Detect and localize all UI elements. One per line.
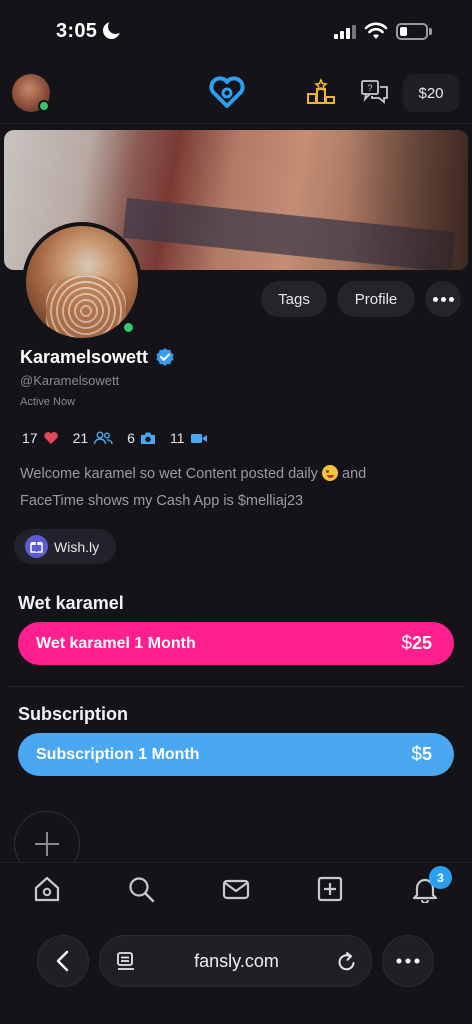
bio-line-1: Welcome karamel so wet Content posted da… [20,466,318,482]
link-label: Wish.ly [54,538,100,555]
browser-toolbar: fansly.com [0,914,472,1024]
fansly-logo-icon[interactable] [209,76,245,108]
tier-price: $5 [411,743,432,765]
followers-icon [93,431,113,445]
profile-button[interactable]: Profile [337,281,415,317]
url-text: fansly.com [194,951,279,971]
battery-tip [429,28,432,35]
more-dot [432,296,438,302]
tier-label: Subscription 1 Month [36,745,200,763]
active-status: Active Now [20,396,76,408]
chevron-left-icon [56,950,69,972]
subscribe-subscription-button[interactable]: Subscription 1 Month $5 [18,733,454,776]
bio-line-2: FaceTime shows my Cash App is $melliaj23 [20,493,304,509]
username-handle: @Karamelsowett [20,373,120,388]
home-icon[interactable] [33,875,61,903]
profile-bio: Welcome karamel so wet Content posted da… [20,461,450,515]
tier-price: $25 [401,632,432,654]
display-name: Karamelsowett [20,347,149,367]
plus-icon [35,832,59,856]
back-button[interactable] [37,935,89,987]
status-time: 3:05 [56,20,98,42]
bio-line-1-end: and [342,466,367,482]
verified-badge-icon [156,348,174,366]
divider [8,686,464,687]
bottom-nav [0,862,472,914]
battery-icon [396,23,428,40]
wishlist-icon [25,535,48,558]
video-icon [190,433,207,443]
more-dot [448,296,454,302]
notification-badge: 3 [429,866,452,889]
address-bar[interactable]: fansly.com [99,935,372,987]
tags-button[interactable]: Tags [261,281,327,317]
wallet-balance-button[interactable]: $20 [403,74,459,112]
new-post-icon[interactable] [316,875,344,903]
subscribe-wet-karamel-button[interactable]: Wet karamel 1 Month $25 [18,622,454,665]
tier-section-title: Wet karamel [18,593,124,613]
tier-section-title: Subscription [18,704,129,724]
heart-icon [43,432,58,444]
profile-avatar[interactable] [26,226,138,338]
likes-stat: 17 [22,430,59,446]
photos-stat: 6 [127,430,156,446]
signal-icon [334,25,358,39]
profile-online-indicator [121,320,136,335]
videos-stat: 11 [170,430,208,446]
ellipsis-icon [396,958,420,964]
camera-icon [140,432,155,444]
followers-count: 21 [72,430,89,446]
svg-text:?: ? [367,83,372,93]
messages-icon[interactable]: ? [360,78,390,106]
videos-count: 11 [169,430,185,446]
more-dot [440,296,446,302]
moon-icon [103,19,123,39]
followers-stat: 21 [73,430,114,446]
search-icon[interactable] [127,875,155,903]
reload-icon[interactable] [337,951,357,973]
tier-label: Wet karamel 1 Month [36,634,196,652]
status-bar: 3:05 [0,0,472,60]
browser-more-button[interactable] [382,935,434,987]
mail-icon[interactable] [222,875,250,903]
more-options-button[interactable] [425,281,461,317]
app-header: ? $20 [0,64,472,124]
profile-stats: 17 21 6 11 [22,429,222,447]
emoji-icon [321,465,338,481]
online-indicator [38,100,50,112]
wifi-icon [364,22,388,39]
wishly-link-button[interactable]: Wish.ly [14,529,116,564]
photos-count: 6 [127,430,135,446]
likes-count: 17 [22,430,38,446]
leaderboard-icon[interactable] [306,78,336,106]
